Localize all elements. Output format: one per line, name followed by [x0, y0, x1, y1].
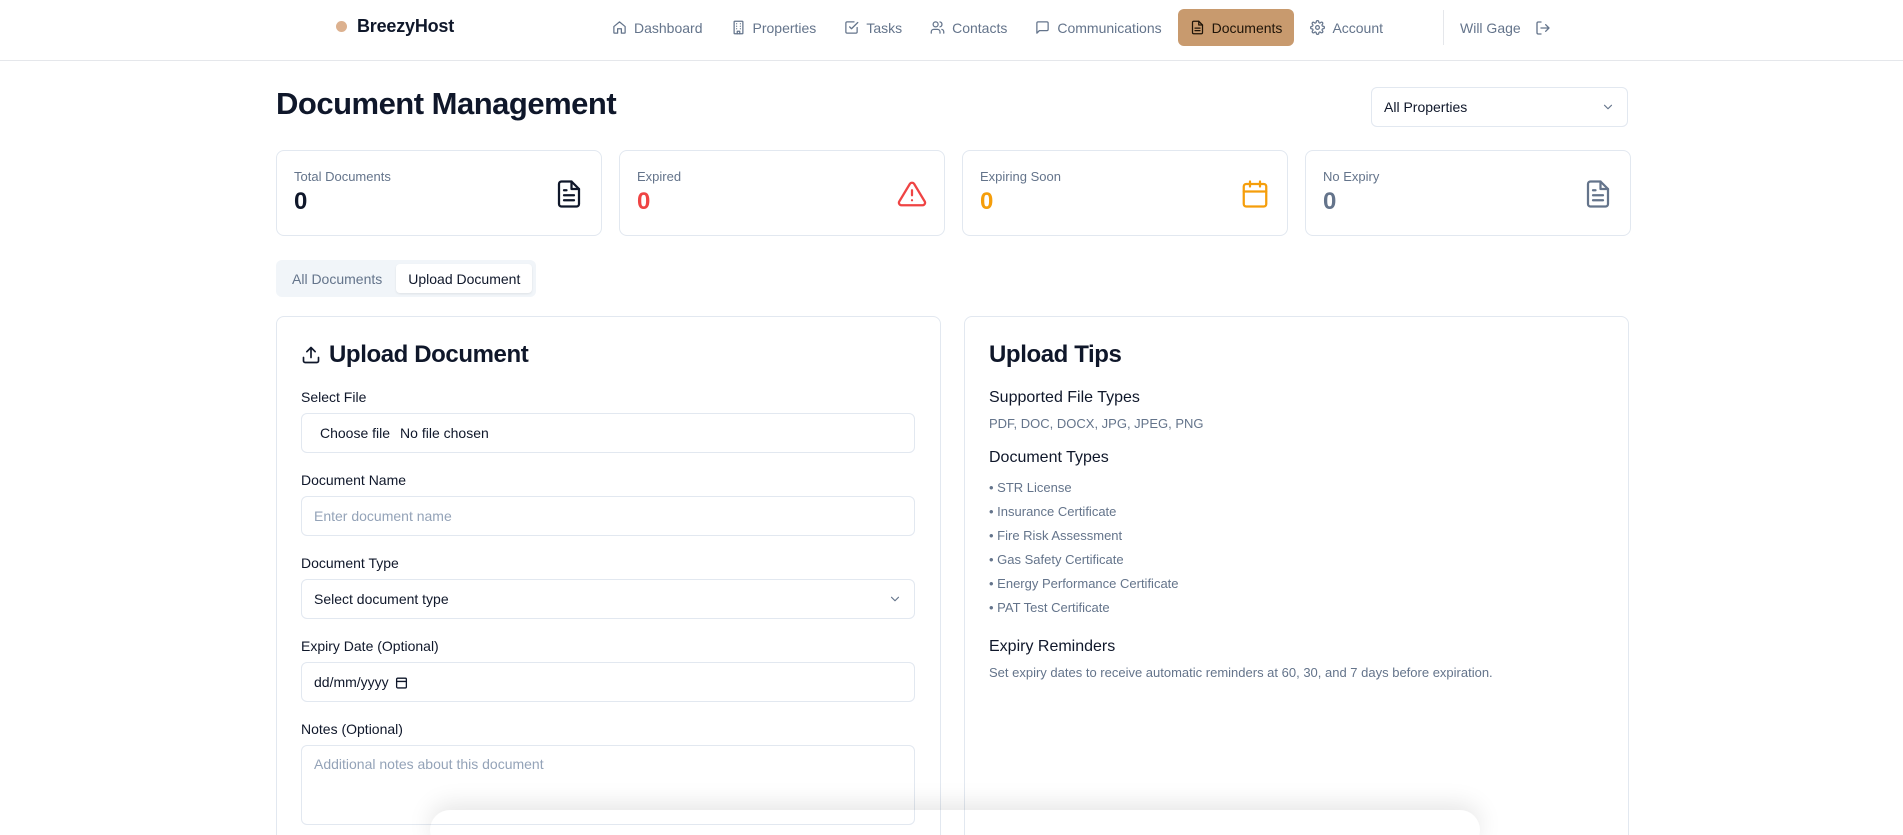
gear-icon: [1310, 20, 1326, 35]
file-input[interactable]: Choose file No file chosen: [301, 413, 915, 453]
brand-name: BreezyHost: [357, 16, 455, 36]
nav-item-properties[interactable]: Properties: [719, 9, 829, 46]
upload-card-title-text: Upload Document: [329, 341, 529, 368]
calendar-icon: [1242, 180, 1268, 208]
stat-value: 0: [294, 188, 308, 215]
alert-triangle-icon: [897, 181, 927, 207]
stat-card-no-expiry: No Expiry 0: [1305, 150, 1631, 236]
upload-card-title: Upload Document: [301, 341, 916, 369]
upload-icon: [302, 346, 320, 364]
nav-item-communications[interactable]: Communications: [1023, 9, 1173, 46]
document-tabs: All Documents Upload Document: [276, 260, 537, 297]
choose-file-button[interactable]: Choose file: [320, 425, 390, 441]
stat-label: Total Documents: [294, 169, 391, 184]
nav-item-documents[interactable]: Documents: [1177, 9, 1295, 46]
users-icon: [930, 21, 945, 34]
tab-all-documents[interactable]: All Documents: [280, 264, 394, 293]
chevron-down-icon: [890, 596, 900, 602]
message-icon: [1036, 21, 1050, 34]
stat-card-expiring-soon: Expiring Soon 0: [962, 150, 1288, 236]
document-name-label: Document Name: [301, 472, 407, 488]
building-icon: [733, 20, 743, 35]
supported-file-types-heading: Supported File Types: [989, 389, 1140, 406]
nav-item-label: Properties: [752, 19, 817, 36]
nav-item-label: Account: [1332, 19, 1384, 36]
document-type-select[interactable]: Select document type: [301, 579, 915, 619]
stats-row: Total Documents 0 Expired 0 Expiring Soo…: [276, 150, 1631, 236]
user-name[interactable]: Will Gage: [1460, 20, 1521, 36]
list-item: • STR License: [989, 480, 1072, 495]
tips-card-title: Upload Tips: [989, 341, 1122, 368]
nav-item-contacts[interactable]: Contacts: [918, 9, 1019, 46]
file-icon: [1191, 20, 1203, 35]
page-title: Document Management: [276, 86, 617, 121]
file-text-icon: [557, 180, 581, 208]
expiry-reminders-heading: Expiry Reminders: [989, 638, 1116, 655]
toast-shadow: [430, 810, 1480, 835]
nav-item-tasks[interactable]: Tasks: [832, 9, 914, 46]
logout-icon[interactable]: [1535, 20, 1551, 36]
stat-label: Expired: [637, 169, 682, 184]
select-file-label: Select File: [301, 389, 367, 405]
stat-label: No Expiry: [1323, 169, 1380, 184]
stat-card-total: Total Documents 0: [276, 150, 602, 236]
brand-logo-dot: [336, 21, 347, 32]
property-filter-value: All Properties: [1384, 99, 1468, 115]
document-types-list: • STR License • Insurance Certificate • …: [989, 476, 1604, 620]
chevron-down-icon: [1603, 104, 1613, 110]
check-square-icon: [845, 21, 859, 34]
expiry-date-label: Expiry Date (Optional): [301, 638, 439, 654]
nav-item-label: Dashboard: [634, 19, 703, 36]
list-item: • Fire Risk Assessment: [989, 528, 1123, 543]
tab-upload-document[interactable]: Upload Document: [396, 264, 533, 293]
supported-file-types: PDF, DOC, DOCX, JPG, JPEG, PNG: [989, 416, 1204, 431]
calendar-icon[interactable]: [395, 676, 408, 689]
nav-item-account[interactable]: Account: [1298, 9, 1395, 46]
list-item: • PAT Test Certificate: [989, 600, 1110, 615]
brand[interactable]: BreezyHost: [336, 16, 454, 37]
upload-tips-card: Upload Tips Supported File Types PDF, DO…: [964, 316, 1629, 835]
main-nav: Dashboard Properties Tasks Contacts Comm…: [600, 9, 1395, 46]
list-item: • Insurance Certificate: [989, 504, 1117, 519]
stat-value: 0: [980, 188, 994, 215]
user-area: Will Gage: [1443, 10, 1551, 45]
property-filter-select[interactable]: All Properties: [1371, 87, 1628, 127]
nav-item-label: Tasks: [866, 19, 903, 36]
document-types-heading: Document Types: [989, 449, 1109, 466]
stat-value: 0: [1323, 188, 1337, 215]
nav-item-label: Communications: [1057, 19, 1162, 36]
nav-item-label: Documents: [1211, 19, 1283, 36]
stat-card-expired: Expired 0: [619, 150, 945, 236]
upload-document-card: Upload Document Select File Choose file …: [276, 316, 941, 835]
expiry-date-value: dd/mm/yyyy: [314, 674, 389, 690]
expiry-reminders-text: Set expiry dates to receive automatic re…: [989, 665, 1493, 680]
file-status: No file chosen: [400, 425, 489, 441]
document-type-value: Select document type: [314, 591, 449, 607]
file-text-icon: [1586, 180, 1610, 208]
list-item: • Gas Safety Certificate: [989, 552, 1124, 567]
notes-label: Notes (Optional): [301, 721, 403, 737]
list-item: • Energy Performance Certificate: [989, 576, 1179, 591]
expiry-date-input[interactable]: dd/mm/yyyy: [301, 662, 915, 702]
document-name-input[interactable]: [301, 496, 915, 536]
stat-value: 0: [637, 188, 651, 215]
nav-item-label: Contacts: [952, 19, 1008, 36]
nav-item-dashboard[interactable]: Dashboard: [600, 9, 715, 46]
document-type-label: Document Type: [301, 555, 399, 571]
home-icon: [613, 21, 626, 34]
top-navigation-bar: BreezyHost Dashboard Properties Tasks Co…: [0, 0, 1903, 61]
stat-label: Expiring Soon: [980, 169, 1061, 184]
